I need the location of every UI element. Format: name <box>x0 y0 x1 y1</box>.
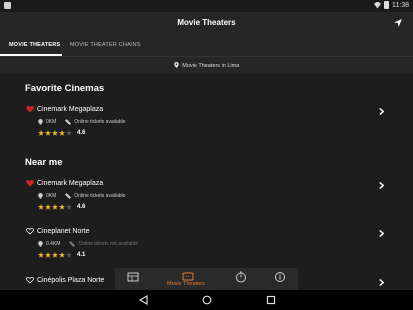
ticket-icon <box>65 119 72 125</box>
distance: 0KM <box>46 119 57 125</box>
rating-value: 4.6 <box>77 204 86 210</box>
star-rating: 4.1 <box>38 252 85 258</box>
section-title-favorites: Favorite Cinemas <box>25 83 105 94</box>
ticket-icon <box>69 241 76 247</box>
location-label: Movie Theaters in Lima <box>182 63 240 69</box>
navigation-arrow-icon[interactable] <box>393 18 403 28</box>
heart-outline-icon[interactable] <box>26 227 34 235</box>
system-nav-bar <box>0 290 413 310</box>
star-full-icon <box>45 204 51 210</box>
info-icon[interactable] <box>273 271 287 283</box>
heart-outline-icon[interactable] <box>26 276 34 284</box>
star-empty-icon <box>66 130 72 136</box>
heart-filled-icon[interactable] <box>26 179 34 187</box>
theater-name: Cinemark Megaplaza <box>37 179 104 187</box>
location-pin-icon <box>173 62 179 68</box>
chevron-right-icon[interactable] <box>378 108 385 115</box>
theater-row[interactable]: Cinemark Megaplaza 0KM Online tickets av… <box>0 179 413 219</box>
chevron-right-icon[interactable] <box>378 182 385 189</box>
location-pin-icon <box>38 119 43 125</box>
star-full-icon <box>59 204 65 210</box>
tickets-status: Online tickets available <box>74 193 126 199</box>
app-bar: Movie Theaters <box>0 12 413 36</box>
tab-movie-theater-chains[interactable]: MOVIE THEATER CHAINS <box>70 42 141 48</box>
home-icon[interactable] <box>202 295 212 305</box>
location-pin-icon <box>38 241 43 247</box>
location-bar[interactable]: Movie Theaters in Lima <box>0 56 413 74</box>
page-title: Movie Theaters <box>177 18 236 27</box>
star-full-icon <box>59 252 65 258</box>
movies-icon[interactable] <box>126 271 140 283</box>
battery-icon <box>384 1 389 9</box>
rating-value: 4.6 <box>77 130 86 136</box>
location-pin-icon <box>38 193 43 199</box>
theater-list: Favorite Cinemas Cinemark Megaplaza 0KM … <box>0 74 413 290</box>
star-full-icon <box>52 252 58 258</box>
theater-name: Cineplanet Norte <box>37 227 90 235</box>
status-bar: 11:38 <box>0 0 413 12</box>
ticket-icon <box>65 193 72 199</box>
star-full-icon <box>52 130 58 136</box>
star-full-icon <box>38 252 44 258</box>
tab-movie-theaters[interactable]: MOVIE THEATERS <box>9 42 60 48</box>
tickets-status: Online tickets not available <box>78 241 138 247</box>
section-title-near-me: Near me <box>25 157 63 168</box>
theater-row[interactable]: Cineplanet Norte 0.4KM Online tickets no… <box>0 227 413 267</box>
notification-icon <box>4 2 11 9</box>
chevron-right-icon[interactable] <box>378 279 385 286</box>
back-icon[interactable] <box>139 295 149 305</box>
star-full-icon <box>52 204 58 210</box>
tab-bar: MOVIE THEATERS MOVIE THEATER CHAINS <box>0 36 413 56</box>
star-full-icon <box>59 130 65 136</box>
star-full-icon <box>38 204 44 210</box>
star-rating: 4.6 <box>38 204 85 210</box>
star-full-icon <box>45 252 51 258</box>
star-full-icon <box>45 130 51 136</box>
heart-filled-icon[interactable] <box>26 105 34 113</box>
theater-row[interactable]: Cinemark Megaplaza 0KM Online tickets av… <box>0 105 413 145</box>
star-full-icon <box>38 130 44 136</box>
star-rating: 4.6 <box>38 130 85 136</box>
star-empty-icon <box>66 252 72 258</box>
theater-name: Cinemark Megaplaza <box>37 105 104 113</box>
bottom-nav: Movie Theaters <box>115 268 298 290</box>
chevron-right-icon[interactable] <box>378 230 385 237</box>
distance: 0KM <box>46 193 57 199</box>
rating-value: 4.1 <box>77 252 86 258</box>
clock: 11:38 <box>392 1 409 9</box>
wifi-icon <box>374 1 381 9</box>
recents-icon[interactable] <box>266 295 276 305</box>
theater-name: Cinépolis Plaza Norte <box>37 276 105 284</box>
star-empty-icon <box>66 204 72 210</box>
bottom-nav-active-label[interactable]: Movie Theaters <box>167 281 205 287</box>
tickets-status: Online tickets available <box>74 119 126 125</box>
timer-icon[interactable] <box>234 271 248 283</box>
distance: 0.4KM <box>46 241 61 247</box>
